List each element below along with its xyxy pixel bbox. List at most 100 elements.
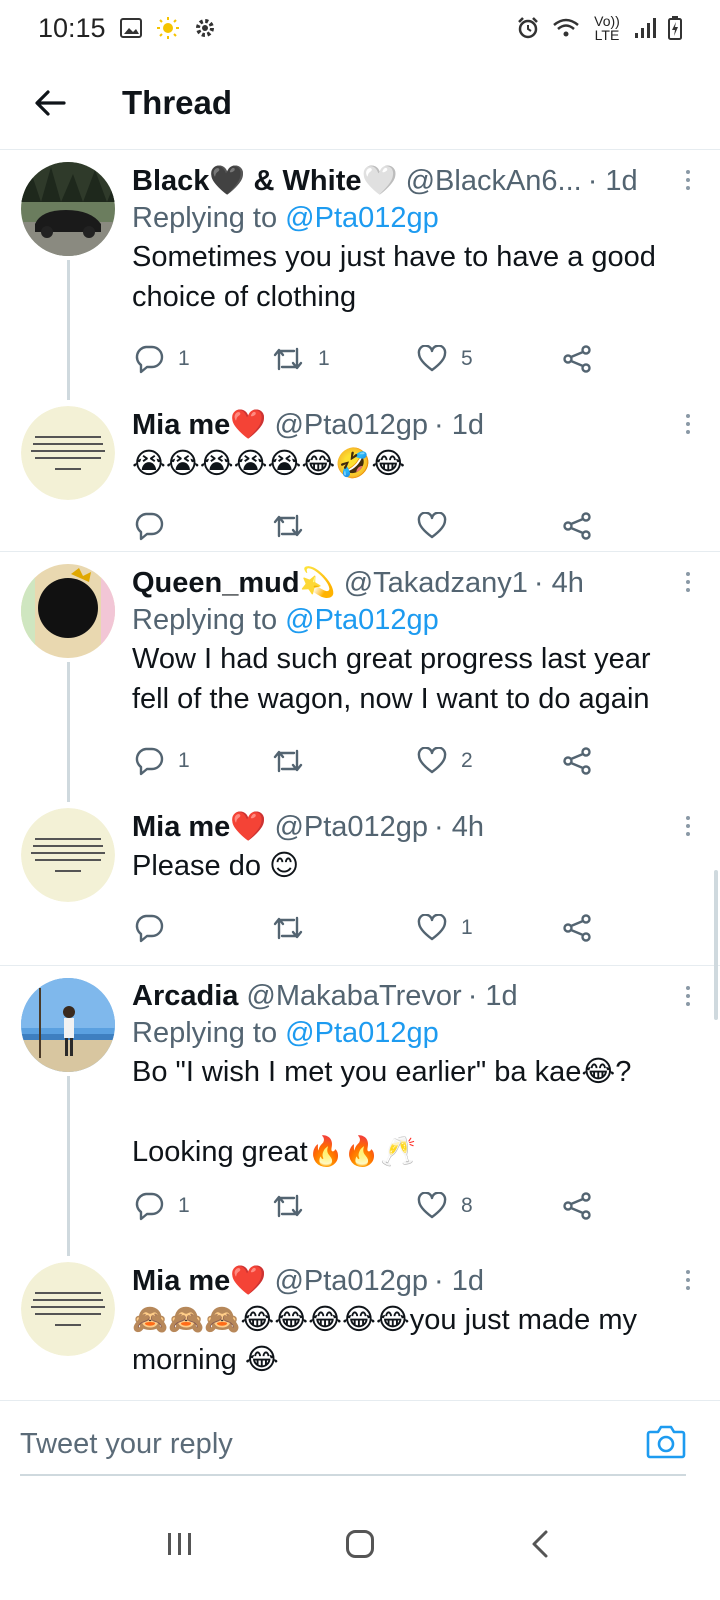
- status-bar: 10:15 Vo)) LTE: [0, 0, 720, 56]
- back-button[interactable]: [20, 73, 80, 133]
- gallery-icon: [119, 18, 142, 38]
- replying-to: Replying to @Pta012gp: [132, 1017, 439, 1049]
- back-nav-button[interactable]: [510, 1514, 570, 1574]
- reply-input[interactable]: [20, 1419, 620, 1469]
- share-icon: [563, 914, 591, 942]
- page-title: Thread: [122, 83, 233, 121]
- tweet[interactable]: Queen_mud💫 @Takadzany1 · 4h Replying to …: [0, 552, 720, 802]
- heart-icon: [417, 747, 447, 774]
- like-button[interactable]: [417, 512, 461, 540]
- tweet-text: 😭😭😭😭😭😂🤣😂: [132, 448, 406, 480]
- avatar[interactable]: [21, 1262, 115, 1356]
- tweet[interactable]: Black🖤 & White🤍 @BlackAn6... · 1d Replyi…: [0, 150, 720, 400]
- tweet[interactable]: Mia me❤️ @Pta012gp · 4h Please do 😊 1: [0, 802, 720, 966]
- reply-button[interactable]: [134, 913, 178, 943]
- avatar[interactable]: [21, 808, 115, 902]
- speech-bubble-icon: [135, 1192, 164, 1221]
- timestamp: · 1d: [434, 1265, 485, 1297]
- like-count: 1: [461, 916, 473, 939]
- share-button[interactable]: [562, 914, 592, 942]
- thread-connector-line: [66, 260, 70, 400]
- tweet[interactable]: Arcadia @MakabaTrevor · 1d Replying to @…: [0, 966, 720, 1256]
- display-name[interactable]: Mia me❤️: [132, 408, 266, 442]
- share-button[interactable]: [562, 345, 592, 373]
- like-button[interactable]: 2: [417, 747, 473, 775]
- display-name[interactable]: Black🖤 & White🤍: [132, 164, 398, 198]
- retweet-button[interactable]: 1: [272, 345, 330, 373]
- retweet-button[interactable]: [272, 1192, 318, 1220]
- tweet-text: Bo "I wish I met you earlier" ba kae😂? L…: [132, 1056, 632, 1168]
- user-handle: @Pta012gp: [274, 1265, 429, 1297]
- speech-bubble-icon: [135, 914, 164, 943]
- reply-handle-link[interactable]: @Pta012gp: [285, 202, 439, 234]
- wifi-icon: [553, 18, 579, 37]
- retweet-button[interactable]: [272, 747, 318, 775]
- thread-header: Thread: [0, 56, 720, 150]
- share-button[interactable]: [562, 747, 592, 775]
- signal-icon: [635, 18, 656, 38]
- more-options-icon[interactable]: [678, 164, 698, 196]
- like-button[interactable]: 8: [417, 1192, 473, 1220]
- display-name[interactable]: Queen_mud💫: [132, 566, 336, 600]
- retweet-button[interactable]: [272, 512, 318, 540]
- like-count: 5: [461, 347, 473, 370]
- reply-composer: [0, 1400, 720, 1488]
- battery-icon: [668, 16, 682, 40]
- arrow-left-icon: [35, 89, 66, 116]
- camera-button[interactable]: [646, 1423, 686, 1463]
- recent-apps-icon: [168, 1533, 191, 1555]
- like-count: 2: [461, 749, 473, 772]
- reply-button[interactable]: 1: [134, 746, 190, 776]
- home-icon: [346, 1530, 374, 1558]
- more-options-icon[interactable]: [678, 408, 698, 440]
- user-handle: @MakabaTrevor: [246, 980, 462, 1012]
- display-name[interactable]: Mia me❤️: [132, 1264, 266, 1298]
- more-options-icon[interactable]: [678, 566, 698, 598]
- like-button[interactable]: 1: [417, 914, 473, 942]
- heart-icon: [417, 914, 447, 941]
- more-options-icon[interactable]: [678, 810, 698, 842]
- timestamp: · 1d: [467, 980, 518, 1012]
- display-name[interactable]: Arcadia: [132, 980, 238, 1013]
- retweet-icon: [273, 916, 303, 940]
- tweet-actions: 1 8: [132, 1176, 694, 1236]
- retweet-button[interactable]: [272, 914, 318, 942]
- timestamp: · 1d: [587, 165, 638, 197]
- replying-to: Replying to @Pta012gp: [132, 202, 439, 234]
- retweet-icon: [273, 749, 303, 773]
- more-options-icon[interactable]: [678, 1264, 698, 1296]
- reply-button[interactable]: 1: [134, 1191, 190, 1221]
- heart-icon: [417, 512, 447, 539]
- reply-button[interactable]: [134, 511, 178, 541]
- reply-button[interactable]: 1: [134, 344, 190, 374]
- timestamp: · 4h: [434, 811, 485, 843]
- share-button[interactable]: [562, 512, 592, 540]
- user-handle: @Pta012gp: [274, 811, 429, 843]
- home-button[interactable]: [330, 1514, 390, 1574]
- user-handle: @BlackAn6...: [405, 165, 582, 197]
- share-button[interactable]: [562, 1192, 592, 1220]
- avatar[interactable]: [21, 978, 115, 1072]
- avatar[interactable]: [21, 564, 115, 658]
- reply-handle-link[interactable]: @Pta012gp: [285, 604, 439, 636]
- avatar[interactable]: [21, 406, 115, 500]
- reply-count: 1: [178, 1194, 190, 1217]
- system-nav-bar: [0, 1488, 720, 1600]
- tweet-text: Sometimes you just have to have a good c…: [132, 241, 664, 313]
- avatar[interactable]: [21, 162, 115, 256]
- user-handle: @Takadzany1: [343, 567, 528, 599]
- scrollbar[interactable]: [714, 870, 718, 1020]
- timestamp: · 4h: [533, 567, 584, 599]
- reply-count: 1: [178, 749, 190, 772]
- display-name[interactable]: Mia me❤️: [132, 810, 266, 844]
- more-options-icon[interactable]: [678, 980, 698, 1012]
- retweet-icon: [273, 514, 303, 538]
- timestamp: · 1d: [434, 409, 485, 441]
- thread-connector-line: [66, 662, 70, 802]
- recent-apps-button[interactable]: [150, 1514, 210, 1574]
- reply-handle-link[interactable]: @Pta012gp: [285, 1017, 439, 1049]
- chevron-left-icon: [532, 1530, 548, 1558]
- like-button[interactable]: 5: [417, 345, 473, 373]
- tweet[interactable]: Mia me❤️ @Pta012gp · 1d 😭😭😭😭😭😂🤣😂: [0, 400, 720, 552]
- tweet[interactable]: Mia me❤️ @Pta012gp · 1d 🙈🙈🙈😂😂😂😂😂you just…: [0, 1256, 720, 1396]
